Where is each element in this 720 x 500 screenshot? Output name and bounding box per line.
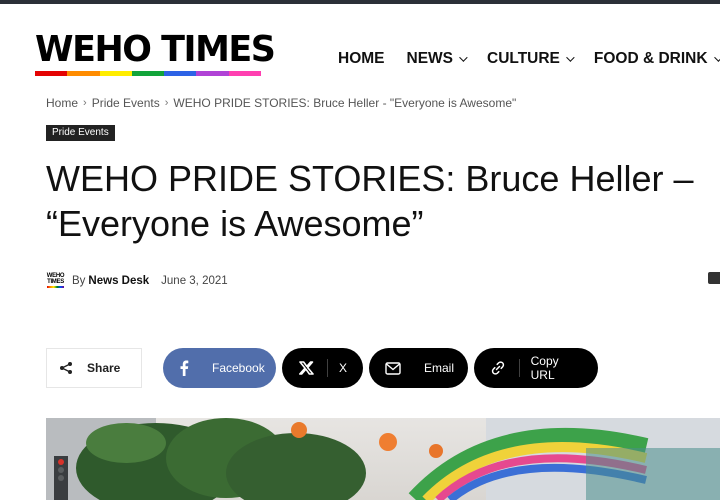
author-avatar[interactable]: WEHO TIMES	[46, 271, 65, 290]
share-row: Share Facebook X Email Copy URL	[46, 348, 604, 388]
nav-item-label: HOME	[338, 50, 385, 67]
nav-item-label: CULTURE	[487, 50, 560, 67]
share-button-label: Email	[424, 361, 455, 375]
publish-date: June 3, 2021	[161, 274, 228, 287]
hero-photo-illustration	[46, 418, 720, 500]
article-title: WEHO PRIDE STORIES: Bruce Heller – “Ever…	[46, 158, 694, 244]
nav-item-culture[interactable]: CULTURE	[487, 50, 575, 68]
chevron-down-icon	[713, 53, 720, 62]
chevron-down-icon	[566, 53, 575, 62]
breadcrumb: Home › Pride Events › WEHO PRIDE STORIES…	[46, 96, 516, 110]
share-label: Share	[87, 361, 121, 375]
share-email-button[interactable]: Email	[369, 348, 468, 388]
stripe-segment	[67, 71, 100, 76]
avatar-text: TIMES	[47, 279, 64, 285]
site-logo[interactable]: WEHO TIMES	[35, 29, 276, 78]
share-icon	[60, 362, 72, 374]
breadcrumb-home-link[interactable]: Home	[46, 96, 78, 110]
comment-icon[interactable]	[708, 272, 720, 284]
category-tag[interactable]: Pride Events	[46, 125, 115, 141]
share-button-label: X	[338, 361, 347, 375]
button-divider	[518, 359, 520, 377]
logo-text: WEHO TIMES	[35, 29, 276, 70]
nav-item-label: NEWS	[406, 50, 454, 67]
share-x-button[interactable]: X	[282, 348, 363, 388]
stripe-segment	[228, 71, 261, 76]
chevron-down-icon	[459, 53, 468, 62]
share-button-label: Facebook	[212, 361, 265, 375]
stripe-segment	[164, 71, 197, 76]
avatar-stripe	[47, 286, 64, 288]
hero-image	[46, 418, 720, 500]
by-label: By	[72, 274, 86, 287]
mail-icon	[385, 359, 401, 377]
share-label-box: Share	[46, 348, 142, 388]
nav-item-home[interactable]: HOME	[338, 50, 385, 68]
article-meta: WEHO TIMES By News Desk June 3, 2021	[46, 271, 228, 290]
breadcrumb-category-link[interactable]: Pride Events	[92, 96, 160, 110]
share-copy-url-button[interactable]: Copy URL	[474, 348, 598, 388]
x-icon	[298, 359, 315, 377]
share-facebook-button[interactable]: Facebook	[163, 348, 276, 388]
share-button-label: Copy URL	[530, 354, 559, 382]
stripe-segment	[99, 71, 132, 76]
nav-item-news[interactable]: NEWS	[406, 50, 468, 68]
main-nav: HOME NEWS CULTURE FOOD & DRINK	[338, 48, 720, 70]
author-link[interactable]: News Desk	[88, 275, 149, 287]
top-bar	[0, 0, 720, 4]
nav-item-food-drink[interactable]: FOOD & DRINK	[594, 50, 720, 68]
facebook-icon	[179, 359, 189, 377]
button-divider	[327, 359, 328, 377]
logo-rainbow-stripe	[35, 71, 261, 76]
stripe-segment	[35, 71, 68, 76]
breadcrumb-current: WEHO PRIDE STORIES: Bruce Heller - "Ever…	[173, 96, 517, 110]
nav-item-label: FOOD & DRINK	[593, 50, 708, 67]
stripe-segment	[131, 71, 165, 76]
stripe-segment	[196, 71, 229, 76]
chevron-right-icon: ›	[83, 97, 87, 109]
link-icon	[490, 359, 507, 377]
chevron-right-icon: ›	[164, 97, 169, 109]
